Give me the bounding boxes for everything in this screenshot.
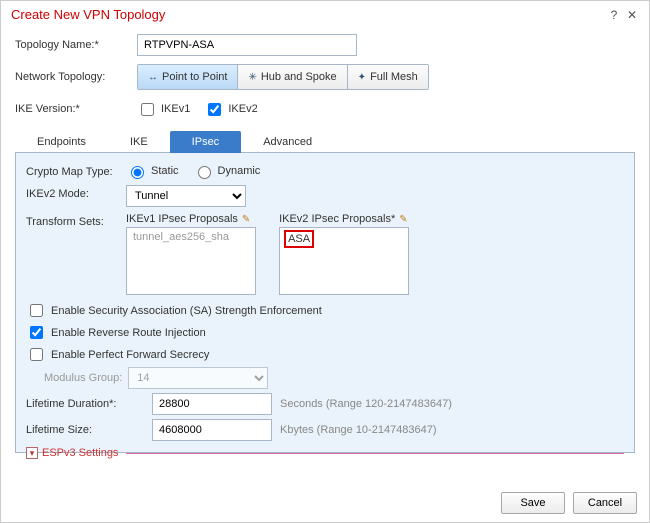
modulus-group-label: Modulus Group:: [44, 372, 122, 384]
enable-sa-label: Enable Security Association (SA) Strengt…: [51, 305, 322, 317]
crypto-dynamic-option[interactable]: Dynamic: [193, 163, 261, 179]
enable-pfs-label: Enable Perfect Forward Secrecy: [51, 349, 209, 361]
ikev2-proposals-col: IKEv2 IPsec Proposals* ✎ ASA: [279, 213, 409, 295]
p2p-icon: ↔: [148, 72, 158, 83]
ikev2-option[interactable]: IKEv2: [204, 100, 257, 119]
save-button[interactable]: Save: [501, 492, 565, 514]
crypto-static-radio[interactable]: [131, 166, 144, 179]
topology-name-label: Topology Name:*: [15, 39, 137, 51]
ikev1-label: IKEv1: [161, 103, 190, 115]
titlebar: Create New VPN Topology ? ✕: [1, 1, 649, 26]
enable-rri-row[interactable]: Enable Reverse Route Injection: [26, 323, 624, 342]
ikev2-proposal-item[interactable]: ASA: [284, 230, 314, 248]
form-top: Topology Name:* Network Topology: ↔ Point…: [1, 26, 649, 124]
ikev2-mode-label: IKEv2 Mode:: [26, 185, 126, 200]
modulus-group-select: 14: [128, 367, 268, 389]
espv3-settings-label[interactable]: ESPv3 Settings: [42, 447, 118, 459]
topo-full-mesh-button[interactable]: ✦ Full Mesh: [348, 65, 428, 89]
enable-sa-checkbox[interactable]: [30, 304, 43, 317]
dialog-footer: Save Cancel: [501, 492, 637, 514]
espv3-settings-section: ▾ ESPv3 Settings: [26, 447, 624, 459]
network-topology-label: Network Topology:: [15, 71, 137, 83]
cancel-button[interactable]: Cancel: [573, 492, 637, 514]
topo-mesh-label: Full Mesh: [370, 71, 418, 83]
mesh-icon: ✦: [358, 72, 366, 83]
enable-sa-row[interactable]: Enable Security Association (SA) Strengt…: [26, 301, 624, 320]
topo-p2p-label: Point to Point: [162, 71, 227, 83]
lifetime-size-label: Lifetime Size:: [26, 424, 144, 436]
ike-version-label: IKE Version:*: [15, 103, 137, 115]
tab-strip: Endpoints IKE IPsec Advanced: [15, 130, 635, 153]
enable-rri-label: Enable Reverse Route Injection: [51, 327, 206, 339]
edit-ikev2-proposals-icon[interactable]: ✎: [399, 214, 407, 225]
ikev1-proposals-label: IKEv1 IPsec Proposals: [126, 213, 238, 225]
tab-advanced[interactable]: Advanced: [241, 131, 334, 153]
tab-endpoints[interactable]: Endpoints: [15, 131, 108, 153]
dialog-title: Create New VPN Topology: [11, 7, 603, 22]
enable-rri-checkbox[interactable]: [30, 326, 43, 339]
espv3-toggle-icon[interactable]: ▾: [26, 447, 38, 459]
topo-hub-spoke-button[interactable]: ✳ Hub and Spoke: [238, 65, 347, 89]
crypto-dynamic-radio[interactable]: [198, 166, 211, 179]
lifetime-size-input[interactable]: [152, 419, 272, 441]
ikev1-option[interactable]: IKEv1: [137, 100, 190, 119]
lifetime-size-hint: Kbytes (Range 10-2147483647): [280, 424, 437, 436]
crypto-static-option[interactable]: Static: [126, 163, 179, 179]
ikev2-proposals-listbox[interactable]: ASA: [279, 227, 409, 295]
ikev2-checkbox[interactable]: [208, 103, 221, 116]
transform-sets-label: Transform Sets:: [26, 213, 126, 228]
modulus-group-row: Modulus Group: 14: [44, 367, 624, 389]
lifetime-duration-hint: Seconds (Range 120-2147483647): [280, 398, 452, 410]
espv3-divider: [126, 453, 624, 454]
edit-ikev1-proposals-icon[interactable]: ✎: [242, 214, 250, 225]
enable-pfs-row[interactable]: Enable Perfect Forward Secrecy: [26, 345, 624, 364]
topo-hub-label: Hub and Spoke: [261, 71, 337, 83]
crypto-static-label: Static: [151, 165, 179, 177]
lifetime-duration-input[interactable]: [152, 393, 272, 415]
enable-pfs-checkbox[interactable]: [30, 348, 43, 361]
ikev1-proposals-col: IKEv1 IPsec Proposals ✎ tunnel_aes256_sh…: [126, 213, 256, 295]
hub-icon: ✳: [248, 72, 256, 83]
tab-ike[interactable]: IKE: [108, 131, 170, 153]
ipsec-panel: Crypto Map Type: Static Dynamic IKEv2 Mo…: [15, 153, 635, 453]
ikev2-label: IKEv2: [228, 103, 257, 115]
close-icon[interactable]: ✕: [625, 8, 639, 22]
ikev1-proposal-item[interactable]: tunnel_aes256_sha: [131, 230, 251, 244]
proposals-container: IKEv1 IPsec Proposals ✎ tunnel_aes256_sh…: [126, 213, 429, 295]
lifetime-duration-label: Lifetime Duration*:: [26, 398, 144, 410]
vpn-topology-dialog: Create New VPN Topology ? ✕ Topology Nam…: [0, 0, 650, 523]
ikev2-mode-select[interactable]: Tunnel: [126, 185, 246, 207]
tab-ipsec[interactable]: IPsec: [170, 131, 242, 153]
topo-point-to-point-button[interactable]: ↔ Point to Point: [138, 65, 238, 89]
crypto-map-type-label: Crypto Map Type:: [26, 163, 126, 178]
help-icon[interactable]: ?: [607, 8, 621, 22]
ikev1-checkbox[interactable]: [141, 103, 154, 116]
crypto-dynamic-label: Dynamic: [218, 165, 261, 177]
topology-toggle-group: ↔ Point to Point ✳ Hub and Spoke ✦ Full Mes…: [137, 64, 429, 90]
ikev2-proposals-label: IKEv2 IPsec Proposals*: [279, 213, 395, 225]
ikev1-proposals-listbox[interactable]: tunnel_aes256_sha: [126, 227, 256, 295]
topology-name-input[interactable]: [137, 34, 357, 56]
